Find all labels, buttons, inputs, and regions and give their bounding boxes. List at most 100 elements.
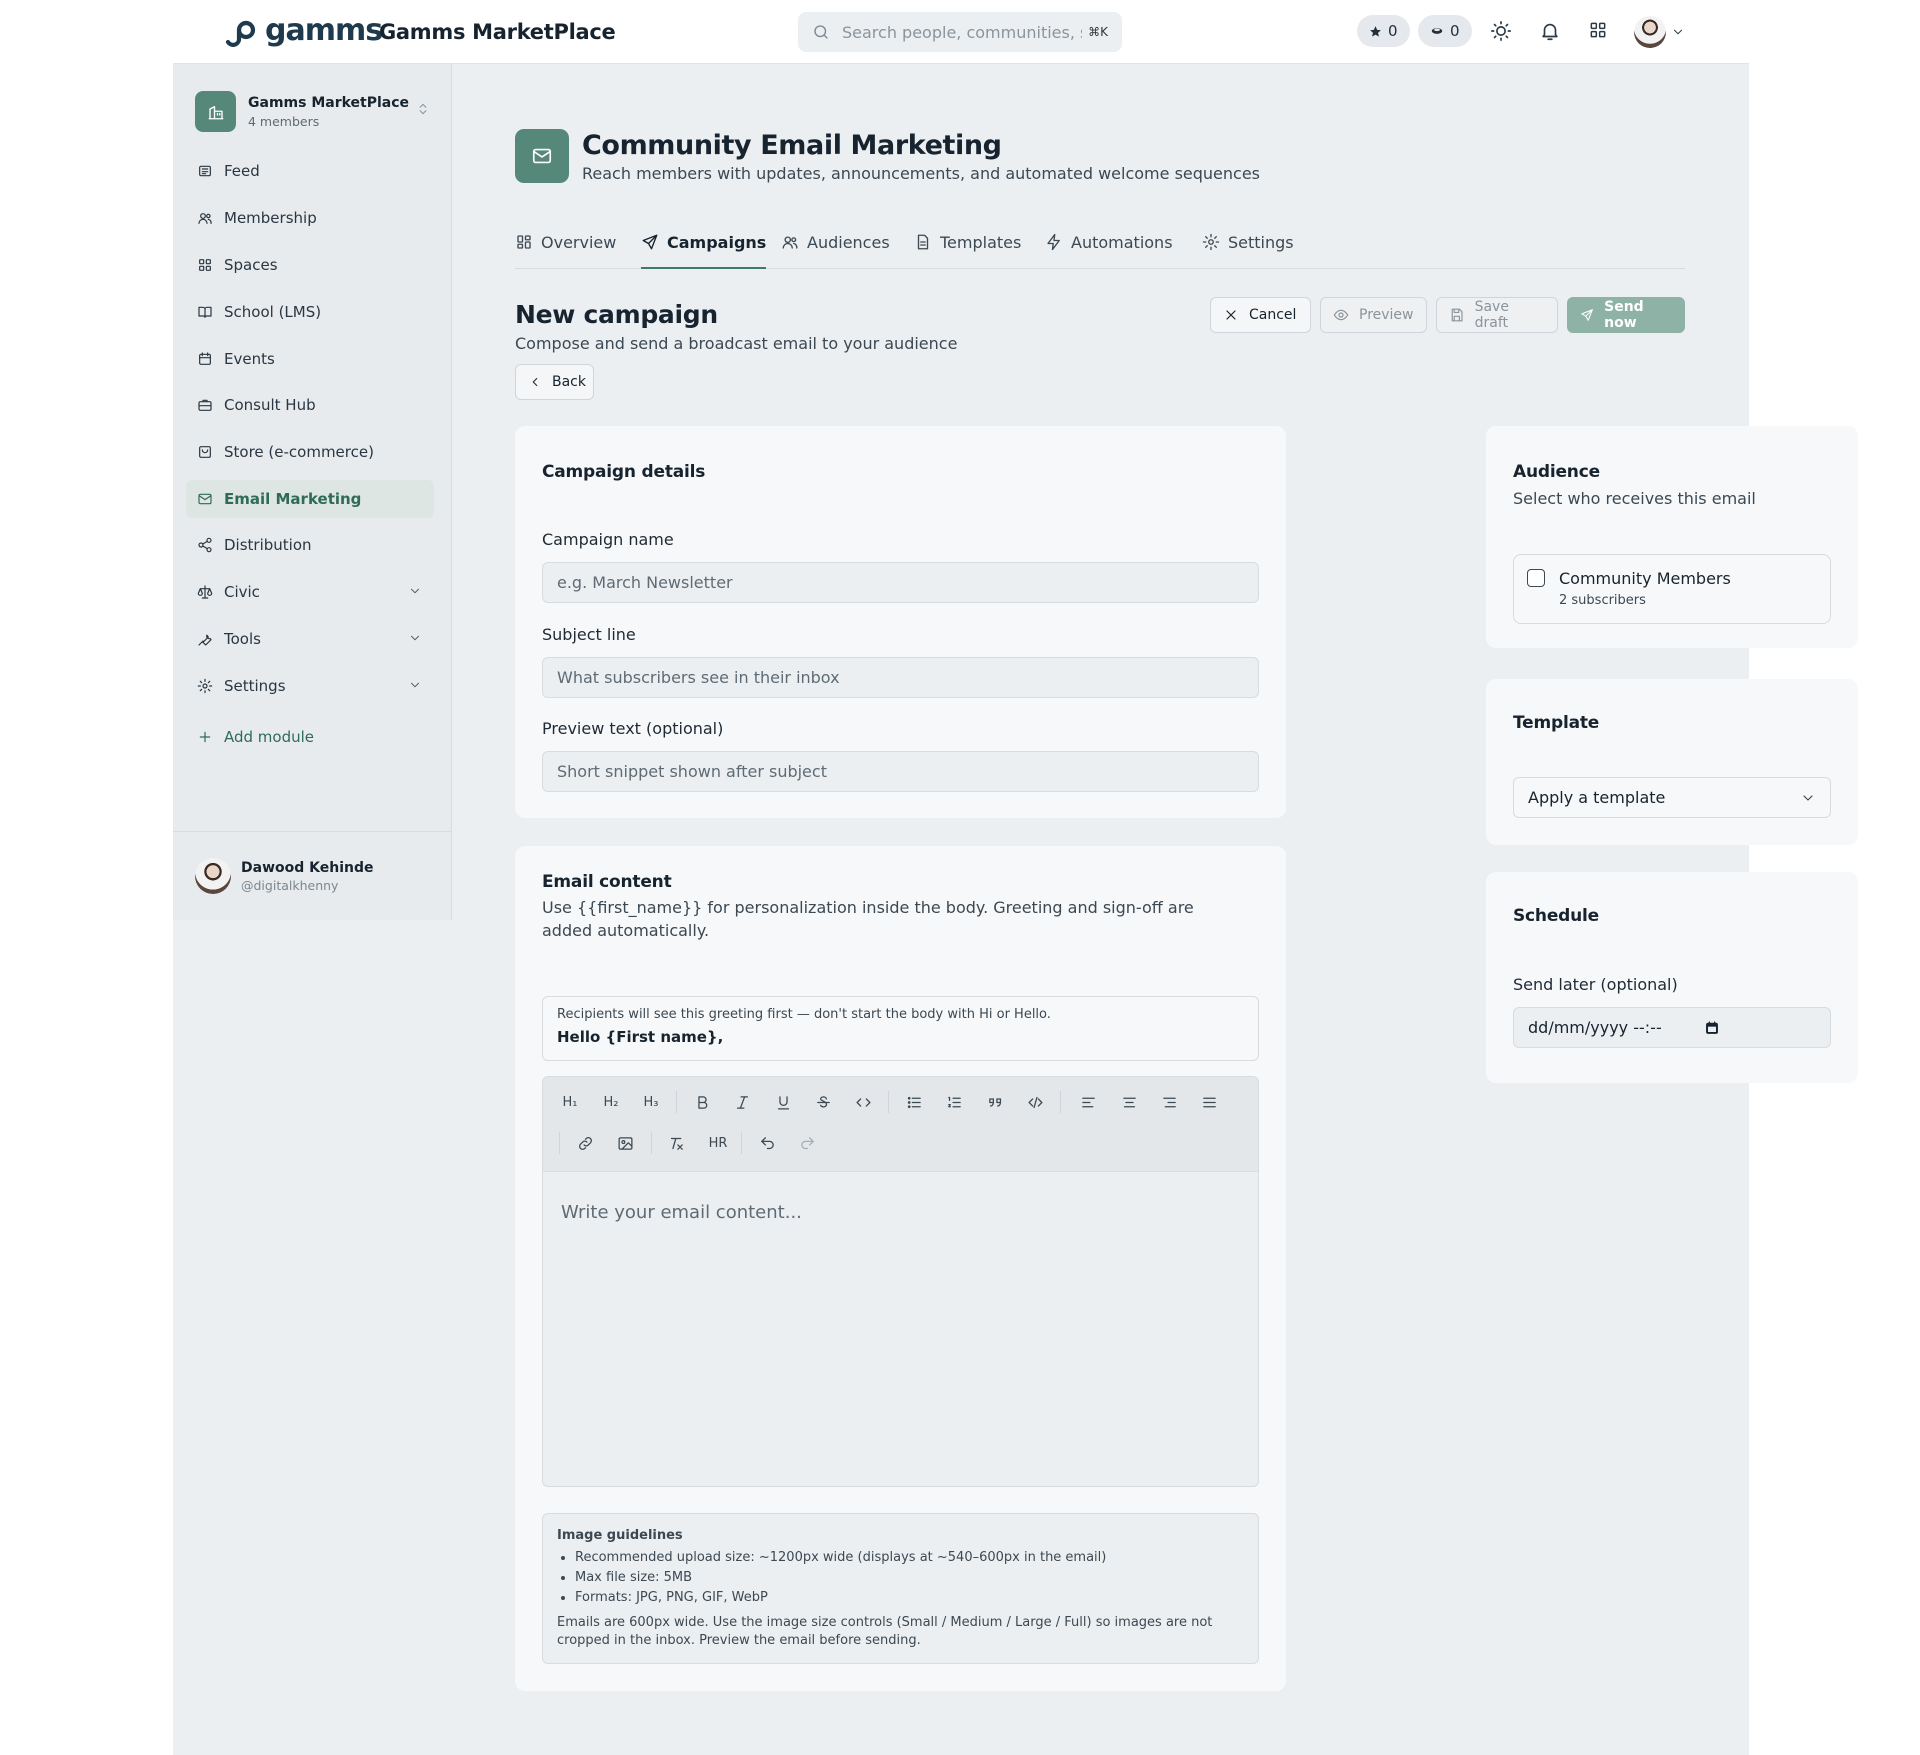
heading-2-button[interactable]: H₂ xyxy=(596,1087,626,1117)
horizontal-rule-button[interactable]: HR xyxy=(701,1128,735,1158)
strikethrough-button[interactable] xyxy=(808,1087,838,1117)
bullet-list-button[interactable] xyxy=(899,1087,929,1117)
mail-icon xyxy=(198,493,212,505)
sidebar-user[interactable]: Dawood Kehinde @digitalkhenny xyxy=(173,831,452,920)
page-subtitle: Reach members with updates, announcement… xyxy=(582,164,1261,183)
audience-option-name: Community Members xyxy=(1559,569,1731,588)
feed-icon xyxy=(199,165,211,177)
sidebar-item-events[interactable]: Events xyxy=(186,340,434,378)
cancel-button[interactable]: Cancel xyxy=(1210,297,1311,333)
back-button[interactable]: Back xyxy=(515,364,594,400)
editor-placeholder[interactable]: Write your email content... xyxy=(561,1202,802,1223)
stars-badge[interactable]: 0 xyxy=(1357,15,1410,47)
audience-checkbox[interactable] xyxy=(1527,569,1545,587)
sidebar-item-school[interactable]: School (LMS) xyxy=(186,293,434,331)
sidebar-item-label: Feed xyxy=(224,162,260,180)
sidebar-item-store[interactable]: Store (e-commerce) xyxy=(186,433,434,471)
workspace-switcher[interactable]: Gamms MarketPlace 4 members xyxy=(195,91,409,132)
save-draft-button[interactable]: Save draft xyxy=(1436,297,1558,333)
theme-toggle[interactable] xyxy=(1490,20,1512,42)
tab-templates[interactable]: Templates xyxy=(914,225,1021,269)
align-center-button[interactable] xyxy=(1114,1087,1144,1117)
ordered-list-button[interactable] xyxy=(939,1087,969,1117)
coins-badge[interactable]: 0 xyxy=(1418,15,1472,47)
close-icon xyxy=(1226,310,1236,320)
workspace-chevron[interactable] xyxy=(416,102,430,116)
strikethrough-icon xyxy=(816,1095,830,1107)
apps-grid-icon xyxy=(1590,22,1606,38)
campaign-name-input[interactable] xyxy=(542,562,1259,603)
mail-icon xyxy=(532,148,552,164)
tab-settings[interactable]: Settings xyxy=(1202,225,1294,269)
code-block-button[interactable] xyxy=(1020,1087,1050,1117)
blockquote-button[interactable] xyxy=(980,1087,1010,1117)
subject-line-input[interactable] xyxy=(542,657,1259,698)
clear-format-button[interactable] xyxy=(661,1128,691,1158)
campaign-title: New campaign xyxy=(515,300,718,329)
redo-button[interactable] xyxy=(792,1128,822,1158)
greeting-note: Recipients will see this greeting first … xyxy=(557,1007,1051,1022)
template-card: Template Apply a template xyxy=(1486,679,1858,845)
search-icon xyxy=(814,25,828,39)
send-later-label: Send later (optional) xyxy=(1513,975,1678,994)
align-right-button[interactable] xyxy=(1154,1087,1184,1117)
heading-3-button[interactable]: H₃ xyxy=(636,1087,666,1117)
sidebar-item-email-marketing[interactable]: Email Marketing xyxy=(186,480,434,518)
chevron-down-icon xyxy=(410,682,420,688)
avatar-chevron[interactable] xyxy=(1671,25,1685,39)
gamms-logo[interactable]: gamms xyxy=(225,13,383,48)
image-button[interactable] xyxy=(610,1128,640,1158)
sidebar-item-membership[interactable]: Membership xyxy=(186,199,434,237)
preview-text-input[interactable] xyxy=(542,751,1259,792)
card-title: Email content xyxy=(542,872,672,892)
sidebar-item-settings[interactable]: Settings xyxy=(186,667,434,705)
notifications-button[interactable] xyxy=(1539,20,1561,42)
global-search[interactable]: ⌘K xyxy=(798,12,1122,52)
template-select[interactable]: Apply a template xyxy=(1513,777,1831,818)
undo-button[interactable] xyxy=(752,1128,782,1158)
bold-button[interactable] xyxy=(687,1087,717,1117)
workspace-name: Gamms MarketPlace xyxy=(248,94,410,111)
apps-button[interactable] xyxy=(1588,20,1608,40)
user-avatar-menu[interactable] xyxy=(1634,16,1666,48)
sidebar-item-distribution[interactable]: Distribution xyxy=(186,526,434,564)
rich-text-editor[interactable]: H₁ H₂ H₃ HR Write your email content... xyxy=(542,1076,1259,1487)
underline-button[interactable] xyxy=(768,1087,798,1117)
sidebar-item-spaces[interactable]: Spaces xyxy=(186,246,434,284)
sidebar-item-label: Events xyxy=(224,350,275,368)
calendar-icon xyxy=(199,352,211,365)
preview-button[interactable]: Preview xyxy=(1320,297,1427,333)
search-input[interactable] xyxy=(842,22,1083,42)
send-later-datetime-input[interactable]: dd/mm/yyyy --:-- xyxy=(1513,1007,1831,1048)
sidebar-item-civic[interactable]: Civic xyxy=(186,573,434,611)
tab-campaigns[interactable]: Campaigns xyxy=(641,225,767,269)
align-left-button[interactable] xyxy=(1073,1087,1103,1117)
italic-button[interactable] xyxy=(727,1087,757,1117)
tab-automations[interactable]: Automations xyxy=(1045,225,1173,269)
email-content-description: Use {{first_name}} for personalization i… xyxy=(542,898,1194,940)
add-module-button[interactable]: Add module xyxy=(186,718,434,756)
send-icon xyxy=(642,234,658,250)
sidebar-item-tools[interactable]: Tools xyxy=(186,620,434,658)
heading-1-button[interactable]: H₁ xyxy=(555,1087,585,1117)
send-now-button[interactable]: Send now xyxy=(1567,297,1685,333)
align-justify-button[interactable] xyxy=(1194,1087,1224,1117)
calendar-icon[interactable] xyxy=(1704,1020,1720,1036)
gear-icon xyxy=(197,678,213,694)
sidebar-item-consult-hub[interactable]: Consult Hub xyxy=(186,386,434,424)
card-title: Schedule xyxy=(1513,906,1599,926)
user-name: Dawood Kehinde xyxy=(241,859,374,876)
link-button[interactable] xyxy=(570,1128,600,1158)
sidebar-item-label: Settings xyxy=(224,677,286,695)
image-guidelines: Image guidelines Recommended upload size… xyxy=(542,1513,1259,1664)
audience-option-community-members[interactable]: Community Members 2 subscribers xyxy=(1513,554,1831,624)
tab-overview[interactable]: Overview xyxy=(515,225,616,269)
code-icon xyxy=(855,1097,871,1107)
send-icon xyxy=(1581,309,1593,321)
coins-icon xyxy=(1431,28,1443,34)
sidebar-item-label: Store (e-commerce) xyxy=(224,443,374,461)
sidebar-item-feed[interactable]: Feed xyxy=(186,152,434,190)
inline-code-button[interactable] xyxy=(848,1087,878,1117)
tab-audiences[interactable]: Audiences xyxy=(781,225,890,269)
subject-line-label: Subject line xyxy=(542,625,636,644)
